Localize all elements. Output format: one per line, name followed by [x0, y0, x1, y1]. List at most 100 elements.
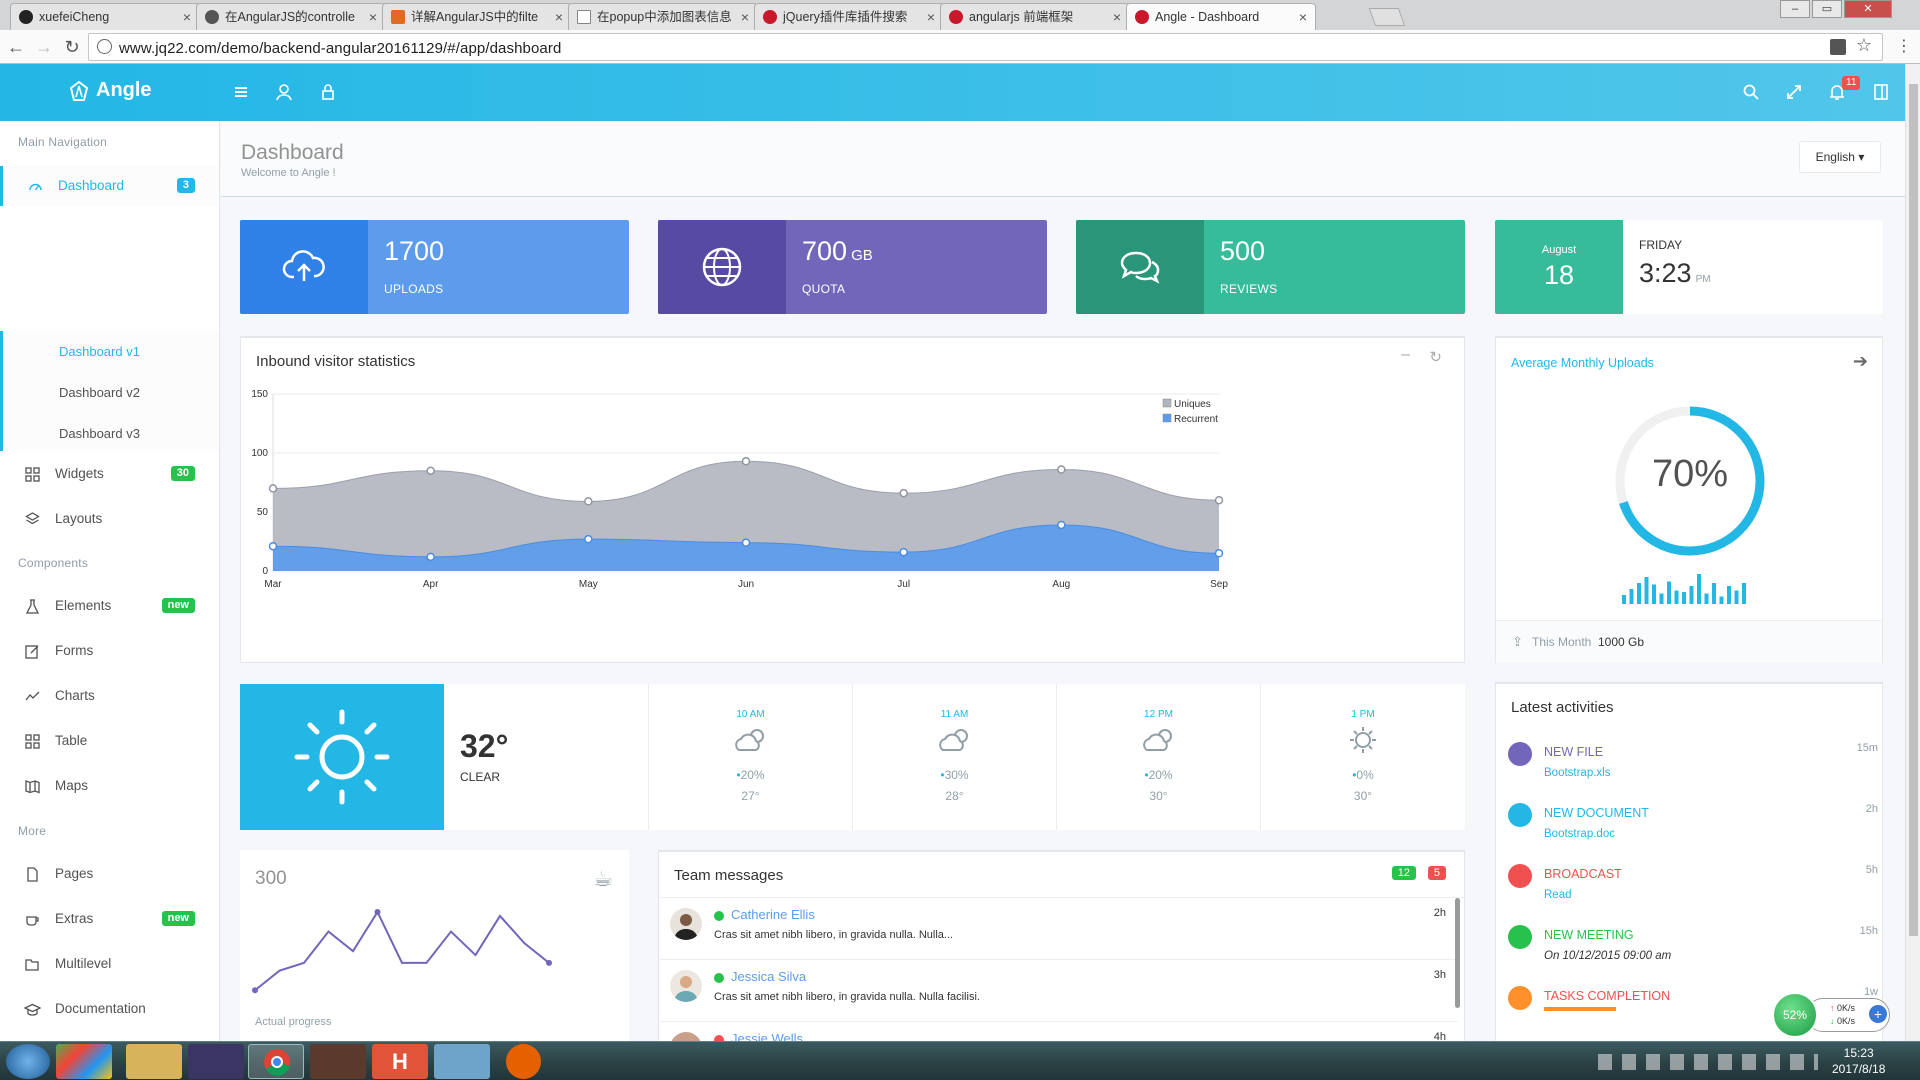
browser-tab-active[interactable]: Angle - Dashboard ×	[1126, 3, 1316, 30]
refresh-icon[interactable]: ↻	[1429, 348, 1442, 366]
plus-icon[interactable]: +	[1869, 1005, 1887, 1023]
back-icon[interactable]: ←	[4, 35, 28, 59]
collapse-icon[interactable]: –	[1401, 346, 1410, 364]
sidebar-item-layouts[interactable]: Layouts	[0, 499, 219, 539]
sidebar-item-documentation[interactable]: Documentation	[0, 989, 219, 1029]
close-tab-icon[interactable]: ×	[1113, 4, 1121, 30]
sidebar-subitem-dashboard-v1[interactable]: Dashboard v1	[59, 344, 140, 359]
notes-app-icon[interactable]	[434, 1044, 490, 1079]
close-tab-icon[interactable]: ×	[555, 4, 563, 30]
sidebar-item-elements[interactable]: Elements new	[0, 586, 219, 626]
hbuilder-icon[interactable]: H	[372, 1044, 428, 1079]
taskbar-app-icon[interactable]	[56, 1044, 112, 1079]
message-item[interactable]: Jessica Silva Cras sit amet nibh libero,…	[660, 960, 1458, 1022]
sidebar-item-dashboard[interactable]: Dashboard 3	[0, 166, 219, 206]
spark-bar	[1659, 593, 1664, 604]
search-icon[interactable]	[1740, 81, 1762, 103]
browser-tab[interactable]: 在popup中添加图表信息 ×	[568, 3, 758, 30]
panel-title: Team messages	[674, 867, 784, 884]
file-explorer-icon[interactable]	[126, 1044, 182, 1079]
browser-tab[interactable]: 详解AngularJS中的filte ×	[382, 3, 572, 30]
forecast-hour: 1 PM •0% 30°	[1260, 684, 1465, 830]
sidebar-item-multilevel[interactable]: Multilevel	[0, 944, 219, 984]
activity-item[interactable]: NEW FILE Bootstrap.xls 15m	[1508, 742, 1878, 798]
close-window-button[interactable]: ✕	[1844, 0, 1892, 18]
progress-panel: 300 ☕ Actual progress	[240, 850, 629, 1041]
sidebar-item-forms[interactable]: Forms	[0, 631, 219, 671]
scrollbar-thumb[interactable]	[1909, 84, 1918, 936]
java-ee-icon[interactable]	[310, 1044, 366, 1079]
dashboard-badge: 3	[176, 178, 195, 193]
messages-scrollbar[interactable]	[1455, 898, 1460, 1008]
new-tab-button[interactable]	[1368, 8, 1406, 26]
url-input[interactable]: www.jq22.com/demo/backend-angular2016112…	[88, 33, 1883, 61]
spark-bar	[1644, 577, 1649, 604]
sidebar-item-widgets[interactable]: Widgets 30	[0, 454, 219, 494]
menu-icon[interactable]: ⋮	[1892, 35, 1916, 59]
panel-title: Latest activities	[1511, 699, 1614, 716]
chrome-icon[interactable]	[248, 1044, 304, 1079]
messages-red-badge: 5	[1427, 866, 1446, 880]
arrow-right-icon[interactable]: ➔	[1853, 351, 1868, 372]
site-icon	[1135, 10, 1149, 24]
hamburger-menu-icon[interactable]	[230, 81, 252, 103]
spark-bar	[1704, 593, 1709, 604]
data-point	[1214, 549, 1224, 558]
forward-icon[interactable]: →	[32, 35, 56, 59]
language-dropdown[interactable]: English ▾	[1799, 141, 1881, 173]
firefox-icon[interactable]	[506, 1044, 541, 1079]
browser-tab[interactable]: angularjs 前端框架 ×	[940, 3, 1130, 30]
info-icon[interactable]	[97, 39, 112, 54]
sidebar-subitem-dashboard-v2[interactable]: Dashboard v2	[59, 385, 140, 400]
activity-item[interactable]: NEW MEETING On 10/12/2015 09:00 am 15h	[1508, 925, 1878, 981]
lock-icon[interactable]	[317, 81, 339, 103]
brand-logo[interactable]: Angle	[68, 79, 152, 102]
sidebar-item-charts[interactable]: Charts	[0, 676, 219, 716]
memory-percent: 52%	[1772, 992, 1818, 1038]
sidebar-item-extras[interactable]: Extras new	[0, 899, 219, 939]
activity-item[interactable]: BROADCAST Read 5h	[1508, 864, 1878, 920]
maximize-button[interactable]: ▭	[1812, 0, 1842, 18]
sidebar-item-maps[interactable]: Maps	[0, 766, 219, 806]
activity-item[interactable]: NEW DOCUMENT Bootstrap.doc 2h	[1508, 803, 1878, 859]
visitor-stats-panel: Inbound visitor statistics – ↻ 0 50 100 150…	[240, 336, 1465, 663]
close-tab-icon[interactable]: ×	[1299, 4, 1307, 30]
browser-tab[interactable]: 在AngularJS的controlle ×	[196, 3, 386, 30]
message-item[interactable]: Catherine Ellis Cras sit amet nibh liber…	[660, 898, 1458, 960]
taskbar-clock[interactable]: 15:23 2017/8/18	[1832, 1045, 1885, 1077]
date-block: August 18	[1495, 220, 1623, 314]
eclipse-icon[interactable]	[188, 1044, 244, 1079]
table-grid-icon	[25, 734, 40, 749]
content-heading: Dashboard Welcome to Angle ! English ▾	[221, 121, 1905, 197]
message-item[interactable]: Jessie Wells 4h	[660, 1022, 1458, 1043]
cup-icon	[26, 916, 39, 926]
offsidebar-toggle-icon[interactable]	[1870, 81, 1892, 103]
browser-tab[interactable]: xuefeiCheng ×	[10, 3, 200, 30]
bookmark-star-icon[interactable]: ☆	[1856, 35, 1872, 56]
y-tick-label: 150	[251, 389, 268, 400]
network-meter-widget[interactable]: 52% ↑ 0K/s ↓ 0K/s +	[1772, 992, 1892, 1038]
start-button-icon[interactable]	[6, 1044, 50, 1079]
browser-tab-bar: xuefeiCheng × 在AngularJS的controlle × 详解Ang…	[0, 0, 1920, 30]
browser-tab[interactable]: jQuery插件库插件搜索 ×	[754, 3, 944, 30]
translate-icon[interactable]	[1830, 39, 1846, 55]
close-tab-icon[interactable]: ×	[927, 4, 935, 30]
site-icon	[763, 10, 777, 24]
x-tick-label: May	[579, 579, 598, 590]
sidebar-subitem-dashboard-v3[interactable]: Dashboard v3	[59, 426, 140, 441]
user-icon[interactable]	[273, 81, 295, 103]
page-scrollbar[interactable]	[1905, 64, 1920, 1041]
reload-icon[interactable]: ↻	[60, 35, 84, 59]
spark-bar	[1742, 583, 1746, 604]
system-tray-icons[interactable]	[1598, 1054, 1818, 1070]
globe-icon	[658, 220, 786, 314]
close-tab-icon[interactable]: ×	[183, 4, 191, 30]
close-tab-icon[interactable]: ×	[741, 4, 749, 30]
sidebar-item-table[interactable]: Table	[0, 721, 219, 761]
sidebar-item-pages[interactable]: Pages	[0, 854, 219, 894]
x-tick-label: Jul	[897, 579, 910, 590]
expand-icon[interactable]	[1783, 81, 1805, 103]
close-tab-icon[interactable]: ×	[369, 4, 377, 30]
minimize-button[interactable]: –	[1780, 0, 1810, 18]
legend-label: Recurrent	[1174, 414, 1218, 425]
